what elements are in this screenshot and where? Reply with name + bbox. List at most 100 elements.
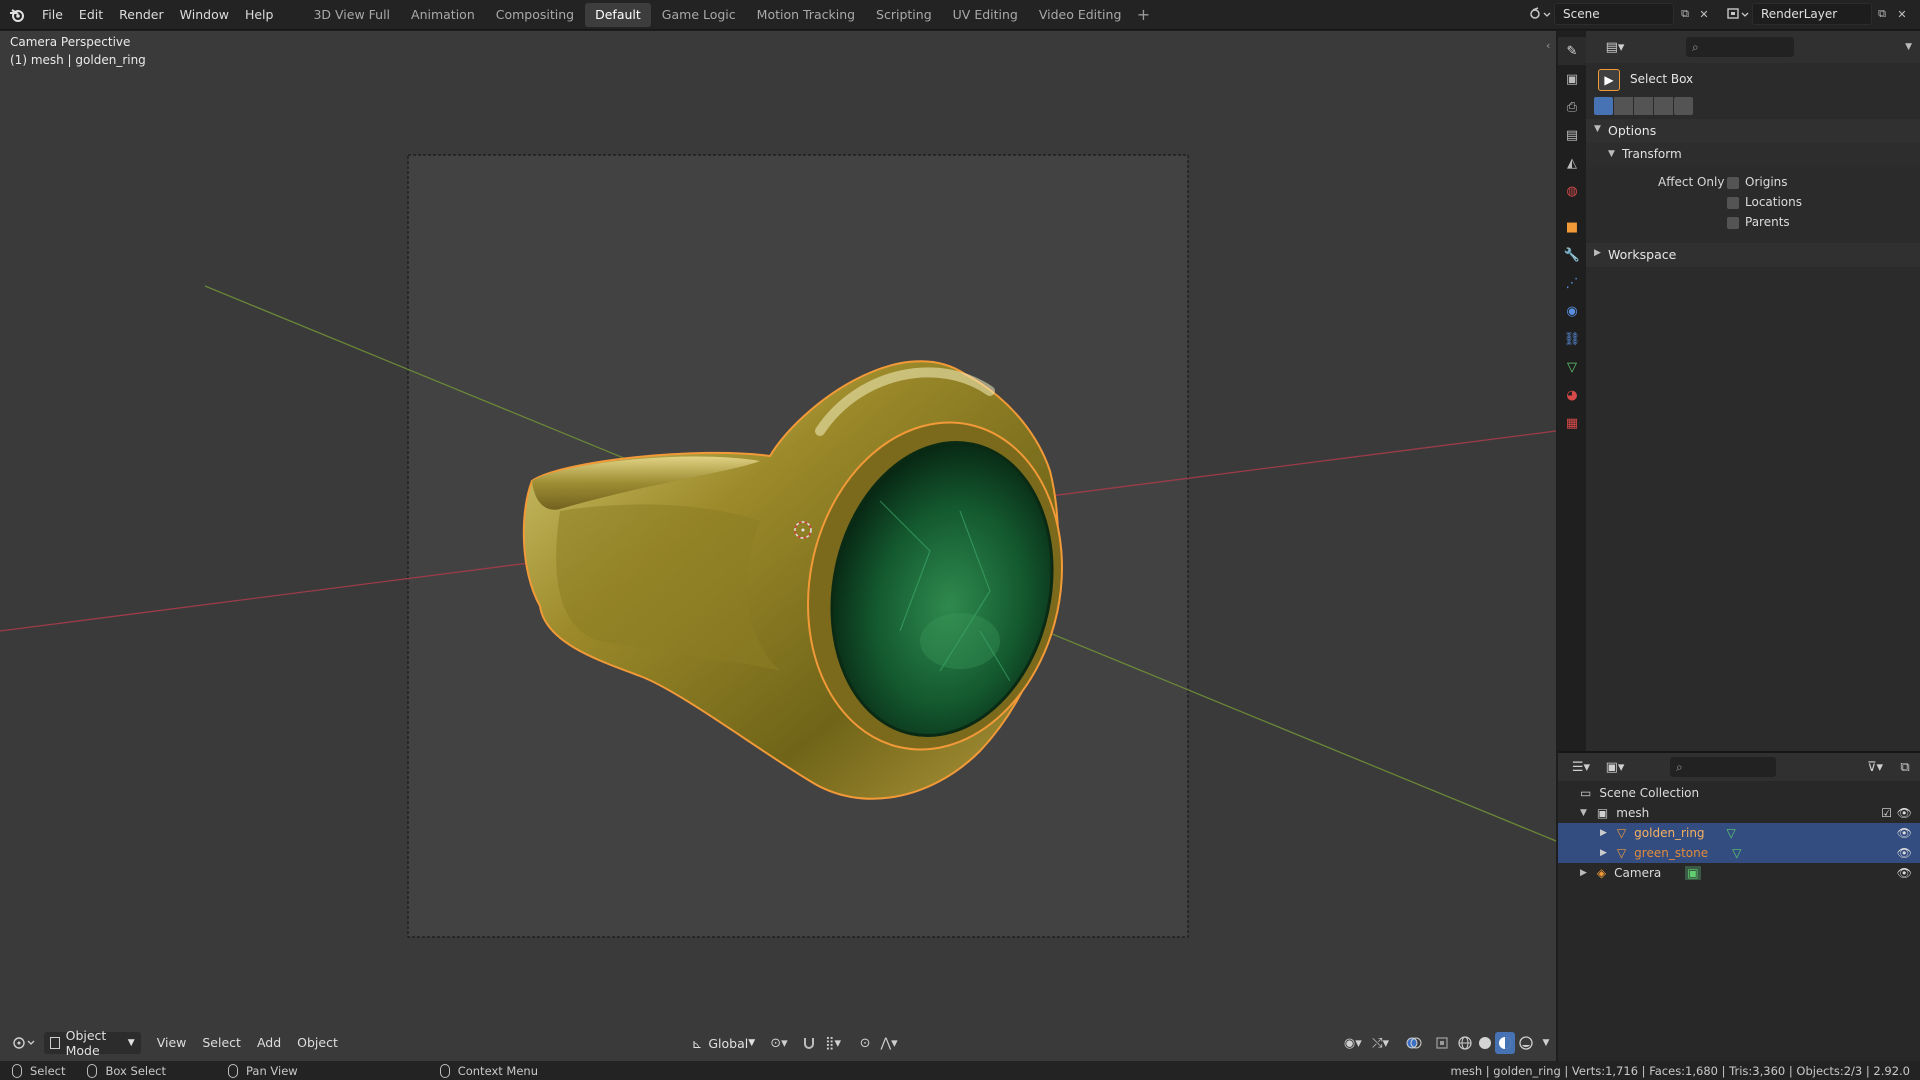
new-collection-icon[interactable]: ⧉ bbox=[1894, 756, 1916, 778]
blender-logo-icon[interactable] bbox=[0, 0, 34, 30]
snap-target-icon[interactable]: ⣿▾ bbox=[819, 1032, 847, 1054]
outliner-item-golden-ring[interactable]: ▶ ▽ golden_ring ▽ 👁 bbox=[1558, 823, 1920, 843]
menu-render[interactable]: Render bbox=[111, 0, 172, 30]
menu-select[interactable]: Select bbox=[194, 1032, 249, 1054]
outliner-scene-collection[interactable]: ▭ Scene Collection bbox=[1558, 783, 1920, 803]
physics-tab-icon[interactable]: ◉ bbox=[1558, 297, 1586, 325]
menu-add[interactable]: Add bbox=[249, 1032, 289, 1054]
expand-toggle-icon[interactable]: ▶ bbox=[1580, 868, 1587, 878]
scene-tab-icon[interactable]: ◭ bbox=[1558, 149, 1586, 177]
outliner-item-green-stone[interactable]: ▶ ▽ green_stone ▽ 👁 bbox=[1558, 843, 1920, 863]
add-workspace-button[interactable]: + bbox=[1132, 5, 1154, 24]
eye-icon[interactable]: 👁 bbox=[1897, 806, 1912, 820]
tab-motion-tracking[interactable]: Motion Tracking bbox=[747, 3, 865, 27]
tab-compositing[interactable]: Compositing bbox=[486, 3, 584, 27]
tab-uv-editing[interactable]: UV Editing bbox=[943, 3, 1028, 27]
scene-name-field[interactable]: Scene bbox=[1554, 3, 1674, 25]
viewport-canvas[interactable] bbox=[0, 31, 1556, 1061]
filter-icon[interactable]: ⊽▾ bbox=[1860, 756, 1890, 778]
world-tab-icon[interactable]: ◍ bbox=[1558, 177, 1586, 205]
expand-toggle-icon[interactable]: ▶ bbox=[1600, 828, 1607, 838]
object-tab-icon[interactable]: ■ bbox=[1558, 213, 1586, 241]
invert-selection-mode-icon[interactable] bbox=[1654, 97, 1673, 115]
mesh-data-icon[interactable]: ▽ bbox=[1732, 846, 1741, 860]
tab-scripting[interactable]: Scripting bbox=[866, 3, 942, 27]
texture-tab-icon[interactable]: ▦ bbox=[1558, 409, 1586, 437]
extend-selection-mode-icon[interactable] bbox=[1614, 97, 1633, 115]
overlays-toggle-icon[interactable] bbox=[1400, 1032, 1428, 1054]
tab-video-editing[interactable]: Video Editing bbox=[1029, 3, 1132, 27]
transform-orientation-dropdown[interactable]: ⊾ Global ▼ bbox=[686, 1032, 761, 1054]
shading-options-chevron-icon[interactable]: ▼ bbox=[1536, 1032, 1556, 1054]
new-view-layer-icon[interactable]: ⧉ bbox=[1874, 6, 1890, 22]
tab-game-logic[interactable]: Game Logic bbox=[652, 3, 746, 27]
transform-subpanel-header[interactable]: ▼ Transform bbox=[1586, 143, 1920, 167]
options-panel-header[interactable]: ▼ Options bbox=[1586, 119, 1920, 143]
object-data-tab-icon[interactable]: ▽ bbox=[1558, 353, 1586, 381]
intersect-selection-mode-icon[interactable] bbox=[1674, 97, 1693, 115]
editor-type-icon[interactable] bbox=[10, 1032, 38, 1054]
delete-scene-icon[interactable]: ✕ bbox=[1696, 6, 1712, 22]
xray-toggle-icon[interactable] bbox=[1432, 1032, 1452, 1054]
tab-default[interactable]: Default bbox=[585, 2, 651, 27]
object-mode-dropdown[interactable]: Object Mode ▼ bbox=[43, 1028, 141, 1058]
subtract-selection-mode-icon[interactable] bbox=[1634, 97, 1653, 115]
workspace-panel-header[interactable]: ▶ Workspace bbox=[1586, 243, 1920, 267]
tab-3d-view-full[interactable]: 3D View Full bbox=[303, 3, 400, 27]
delete-view-layer-icon[interactable]: ✕ bbox=[1894, 6, 1910, 22]
set-selection-mode-icon[interactable] bbox=[1594, 97, 1613, 115]
eye-icon[interactable]: 👁 bbox=[1897, 826, 1912, 840]
3d-viewport[interactable]: Camera Perspective (1) mesh | golden_rin… bbox=[0, 31, 1556, 1061]
menu-object[interactable]: Object bbox=[289, 1032, 346, 1054]
eye-icon[interactable]: 👁 bbox=[1897, 866, 1912, 880]
menu-edit[interactable]: Edit bbox=[71, 0, 111, 30]
locations-checkbox[interactable]: Locations bbox=[1727, 195, 1802, 209]
wireframe-shading-icon[interactable] bbox=[1454, 1032, 1474, 1054]
select-box-tool-icon[interactable]: ▶ bbox=[1598, 69, 1620, 91]
expand-toggle-icon[interactable]: ▶ bbox=[1600, 848, 1607, 858]
rendered-shading-icon[interactable] bbox=[1515, 1032, 1535, 1054]
properties-editor-type-icon[interactable]: ▤▾ bbox=[1600, 36, 1630, 58]
menu-file[interactable]: File bbox=[34, 0, 71, 30]
constraints-tab-icon[interactable]: ⛓ bbox=[1558, 325, 1586, 353]
falloff-icon[interactable]: ⋀▾ bbox=[875, 1032, 903, 1054]
material-preview-shading-icon[interactable] bbox=[1495, 1032, 1516, 1054]
view-layer-selector-icon[interactable] bbox=[1720, 3, 1756, 25]
particles-tab-icon[interactable]: ⋰ bbox=[1558, 269, 1586, 297]
outliner-editor-type-icon[interactable]: ☰▾ bbox=[1566, 756, 1596, 778]
proportional-edit-icon[interactable]: ⊙ bbox=[855, 1032, 875, 1054]
menu-help[interactable]: Help bbox=[237, 0, 282, 30]
solid-shading-icon[interactable] bbox=[1475, 1032, 1495, 1054]
camera-object-icon: ◈ bbox=[1596, 866, 1607, 880]
modifier-tab-icon[interactable]: 🔧 bbox=[1558, 241, 1586, 269]
exclude-checkbox-icon[interactable]: ☑ bbox=[1881, 806, 1892, 820]
output-tab-icon[interactable]: ⎙ bbox=[1558, 93, 1586, 121]
camera-data-icon[interactable]: ▣ bbox=[1685, 866, 1701, 880]
collapse-sidebar-icon[interactable]: ‹ bbox=[1546, 39, 1550, 52]
menu-window[interactable]: Window bbox=[172, 0, 237, 30]
menu-view[interactable]: View bbox=[149, 1032, 195, 1054]
visibility-selectability-icon[interactable]: ◉▾ bbox=[1339, 1032, 1367, 1054]
parents-checkbox[interactable]: Parents bbox=[1727, 215, 1790, 229]
pivot-point-icon[interactable]: ⊙▾ bbox=[765, 1032, 793, 1054]
snap-toggle-icon[interactable] bbox=[799, 1032, 819, 1054]
gizmo-toggle-icon[interactable]: ⤭▾ bbox=[1367, 1032, 1395, 1054]
display-mode-icon[interactable]: ▣▾ bbox=[1600, 756, 1630, 778]
view-layer-tab-icon[interactable]: ▤ bbox=[1558, 121, 1586, 149]
expand-toggle-icon[interactable]: ▼ bbox=[1580, 808, 1587, 818]
material-tab-icon[interactable]: ◕ bbox=[1558, 381, 1586, 409]
origins-checkbox[interactable]: Origins bbox=[1727, 175, 1788, 189]
scene-selector-icon[interactable] bbox=[1522, 3, 1558, 25]
tool-tab-icon[interactable]: ✎ bbox=[1558, 37, 1586, 65]
properties-search-input[interactable]: ⌕ bbox=[1686, 37, 1794, 57]
properties-options-chevron-icon[interactable]: ▼ bbox=[1905, 42, 1912, 52]
new-scene-icon[interactable]: ⧉ bbox=[1677, 6, 1693, 22]
outliner-item-camera[interactable]: ▶ ◈ Camera ▣ 👁 bbox=[1558, 863, 1920, 883]
tab-animation[interactable]: Animation bbox=[401, 3, 485, 27]
outliner-search-input[interactable]: ⌕ bbox=[1670, 757, 1776, 777]
mesh-data-icon[interactable]: ▽ bbox=[1727, 826, 1736, 840]
eye-icon[interactable]: 👁 bbox=[1897, 846, 1912, 860]
outliner-item-mesh[interactable]: ▼ ▣ mesh ☑ 👁 bbox=[1558, 803, 1920, 823]
render-tab-icon[interactable]: ▣ bbox=[1558, 65, 1586, 93]
render-layer-field[interactable]: RenderLayer bbox=[1752, 3, 1872, 25]
